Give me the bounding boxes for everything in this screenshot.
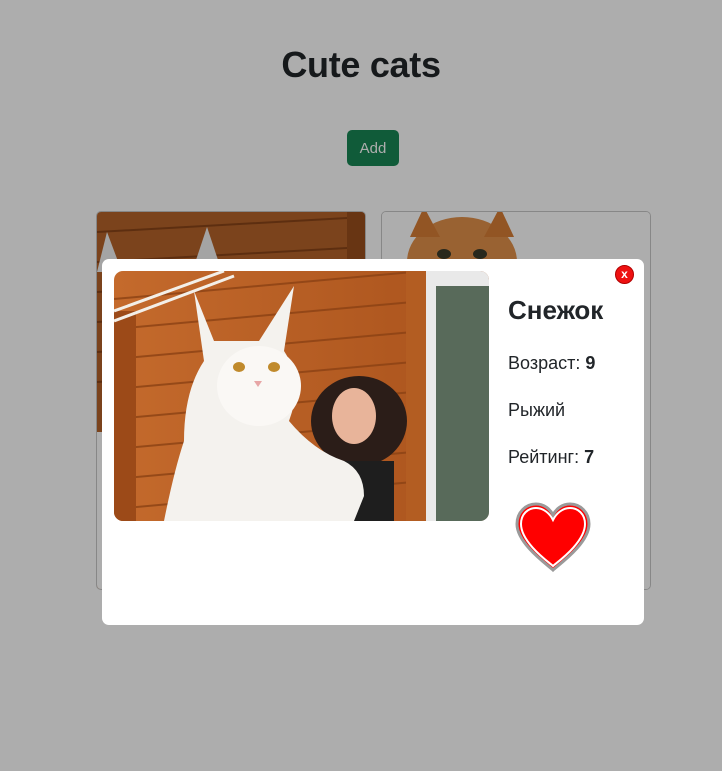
rating-label: Рейтинг:	[508, 447, 580, 467]
close-button[interactable]: x	[615, 265, 634, 284]
cat-photo	[114, 271, 489, 521]
modal-cat-photo	[114, 271, 489, 521]
cat-name: Снежок	[508, 295, 604, 325]
age-value: 9	[585, 353, 596, 373]
cat-modal: x Снежок Возраст: 9 Рыжий Рейтинг: 7	[102, 259, 644, 625]
cat-age: Возраст: 9	[508, 353, 595, 374]
cat-color: Рыжий	[508, 400, 566, 420]
page: Cute cats Add x Снежок Возраст: 9 Рыжий …	[0, 0, 722, 771]
heart-icon[interactable]	[513, 500, 593, 574]
cat-rating: Рейтинг: 7	[508, 447, 594, 468]
age-label: Возраст:	[508, 353, 581, 373]
rating-value: 7	[584, 447, 595, 467]
